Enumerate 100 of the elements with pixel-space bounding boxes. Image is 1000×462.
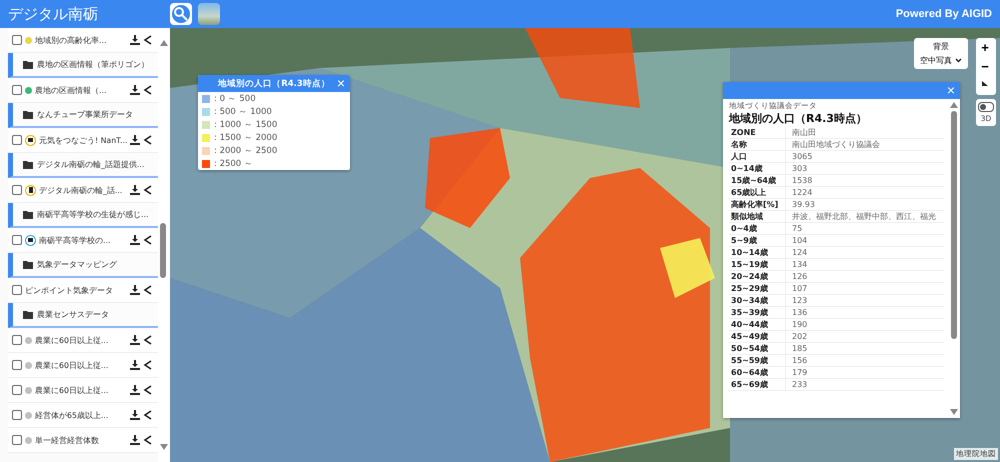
attribute-value: 75 xyxy=(786,222,944,234)
layer-checkbox[interactable] xyxy=(12,235,22,245)
folder-icon xyxy=(23,310,33,318)
legend-label: : 1500 ～ 2000 xyxy=(214,132,278,144)
folder-icon xyxy=(23,110,33,118)
legend-label: : 2000 ～ 2500 xyxy=(214,144,278,156)
layer-checkbox[interactable] xyxy=(12,335,22,345)
download-icon[interactable] xyxy=(130,360,140,370)
basemap-dropdown[interactable]: 空中写真 xyxy=(920,55,962,66)
attribute-value: 104 xyxy=(786,234,944,246)
share-icon[interactable] xyxy=(143,335,152,345)
layer-checkbox[interactable] xyxy=(12,285,22,295)
attribute-name: 45~49歳 xyxy=(729,330,786,342)
share-icon[interactable] xyxy=(143,385,152,395)
attribute-name: 30~34歳 xyxy=(729,294,786,306)
attribute-name: 0~14歳 xyxy=(729,162,786,174)
layer-checkbox[interactable] xyxy=(12,360,22,370)
attribute-value: 303 xyxy=(786,162,944,174)
basemap-label: 背景 xyxy=(933,41,949,52)
scroll-down-icon[interactable] xyxy=(950,409,958,415)
share-icon[interactable] xyxy=(143,35,152,45)
attribute-name: ZONE xyxy=(729,127,786,138)
attribute-value: 202 xyxy=(786,330,944,342)
attribute-name: 10~14歳 xyxy=(729,246,786,258)
scroll-up-icon[interactable] xyxy=(160,40,168,46)
attribute-value: 126 xyxy=(786,270,944,282)
info-title: 地域別の人口（R4.3時点） xyxy=(729,111,868,126)
attribute-name: 15歳~64歳 xyxy=(729,174,786,186)
layer-checkbox[interactable] xyxy=(12,35,22,45)
share-icon[interactable] xyxy=(143,235,152,245)
app-logo-icon[interactable] xyxy=(170,3,192,25)
close-button[interactable]: × xyxy=(946,82,955,99)
folder-icon xyxy=(23,260,33,268)
share-icon[interactable] xyxy=(143,135,152,145)
attribute-name: 名称 xyxy=(729,138,786,150)
legend-title: 地域別の人口（R4.3時点） xyxy=(218,78,330,90)
download-icon[interactable] xyxy=(130,335,140,345)
layer-checkbox[interactable] xyxy=(12,435,22,445)
download-icon[interactable] xyxy=(130,135,140,145)
attribute-value: 3065 xyxy=(786,150,944,162)
attribute-name: 0~4歳 xyxy=(729,222,786,234)
attribute-value: 185 xyxy=(786,342,944,354)
attribute-name: 25~29歳 xyxy=(729,282,786,294)
share-icon[interactable] xyxy=(143,435,152,445)
share-icon[interactable] xyxy=(143,360,152,370)
share-icon[interactable] xyxy=(143,410,152,420)
attribute-value: 179 xyxy=(786,366,944,378)
attribute-value: 134 xyxy=(786,258,944,270)
attribute-name: 35~39歳 xyxy=(729,306,786,318)
attribute-value: 南山田地域づくり協議会 xyxy=(786,138,944,150)
basemap-selector[interactable]: 背景 空中写真 xyxy=(914,38,968,69)
attribute-name: 65歳以上 xyxy=(729,186,786,198)
download-icon[interactable] xyxy=(130,185,140,195)
attribute-value: 123 xyxy=(786,294,944,306)
scroll-down-icon[interactable] xyxy=(160,444,168,450)
attribute-name: 65~69歳 xyxy=(729,378,786,390)
share-icon[interactable] xyxy=(143,185,152,195)
folder-icon xyxy=(23,60,33,68)
attribute-name: 5~9歳 xyxy=(729,234,786,246)
download-icon[interactable] xyxy=(130,35,140,45)
attribute-name: 40~44歳 xyxy=(729,318,786,330)
layer-checkbox[interactable] xyxy=(12,85,22,95)
attribute-value: 124 xyxy=(786,246,944,258)
download-icon[interactable] xyxy=(130,435,140,445)
share-icon[interactable] xyxy=(143,85,152,95)
layer-checkbox[interactable] xyxy=(12,385,22,395)
attribute-name: 50~54歳 xyxy=(729,342,786,354)
toggle-switch[interactable] xyxy=(978,102,994,112)
legend-label: : 2500 ～ xyxy=(214,158,253,170)
share-icon[interactable] xyxy=(143,285,152,295)
download-icon[interactable] xyxy=(130,285,140,295)
attribute-name: 15~19歳 xyxy=(729,258,786,270)
layer-checkbox[interactable] xyxy=(12,185,22,195)
attribute-value: 南山田 xyxy=(786,127,944,138)
attribute-name: 20~24歳 xyxy=(729,270,786,282)
attribute-name: 60~64歳 xyxy=(729,366,786,378)
zoom-out-button[interactable]: − xyxy=(976,57,994,76)
attribute-value: 107 xyxy=(786,282,944,294)
attribute-value: 190 xyxy=(786,318,944,330)
download-icon[interactable] xyxy=(130,410,140,420)
download-icon[interactable] xyxy=(130,85,140,95)
download-icon[interactable] xyxy=(130,235,140,245)
folder-icon xyxy=(23,160,33,168)
attribute-value: 井波、福野北部、福野中部、西江、福光 xyxy=(786,210,944,222)
attribute-value: 233 xyxy=(786,378,944,390)
app-title: デジタル南砺 xyxy=(8,4,99,24)
layer-checkbox[interactable] xyxy=(12,135,22,145)
attribute-name: 類似地域 xyxy=(729,210,786,222)
layer-checkbox[interactable] xyxy=(12,410,22,420)
attribute-name: 高齢化率[%] xyxy=(729,198,786,210)
scroll-up-icon[interactable] xyxy=(950,102,958,108)
attribute-value: 1538 xyxy=(786,174,944,186)
attribute-value: 1224 xyxy=(786,186,944,198)
download-icon[interactable] xyxy=(130,385,140,395)
attribute-name: 人口 xyxy=(729,150,786,162)
attribute-value: 39.93 xyxy=(786,198,944,210)
chevron-down-icon xyxy=(955,58,962,63)
folder-icon xyxy=(23,210,33,218)
close-button[interactable]: × xyxy=(336,75,345,92)
zoom-in-button[interactable]: + xyxy=(976,38,994,57)
